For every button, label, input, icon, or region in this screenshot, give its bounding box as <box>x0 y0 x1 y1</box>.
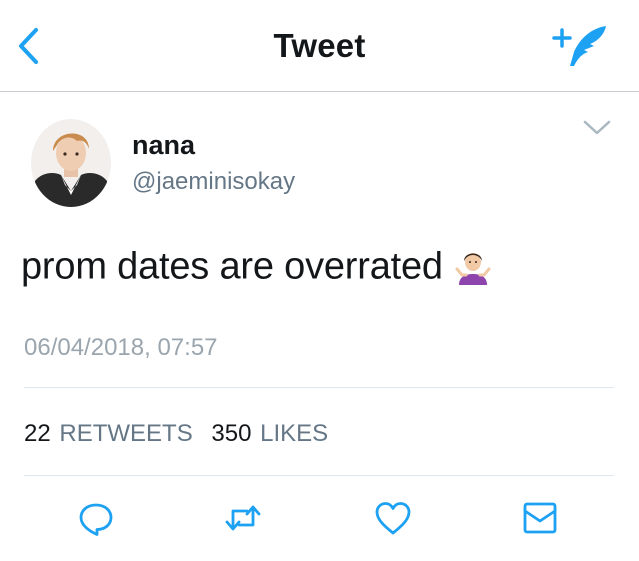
retweets-label[interactable]: RETWEETS <box>59 420 192 447</box>
author-name[interactable]: nana <box>132 130 195 161</box>
chevron-down-icon <box>583 120 611 135</box>
heart-icon <box>375 502 411 535</box>
tweet-text-content: prom dates are overrated <box>21 245 443 288</box>
reply-icon <box>79 503 113 536</box>
avatar-photo <box>31 119 111 207</box>
header-divider <box>0 91 639 92</box>
likes-label[interactable]: LIKES <box>260 420 328 447</box>
avatar[interactable] <box>31 119 111 207</box>
more-options-button[interactable] <box>582 118 612 138</box>
like-button[interactable] <box>373 498 413 538</box>
direct-message-button[interactable] <box>520 498 560 538</box>
retweets-count[interactable]: 22 <box>24 420 51 447</box>
envelope-icon <box>523 502 557 534</box>
tweet-stats: 22 RETWEETS 350 LIKES <box>24 420 340 448</box>
person-shrugging-emoji <box>453 247 493 287</box>
likes-count[interactable]: 350 <box>211 420 251 447</box>
reply-button[interactable] <box>76 498 116 538</box>
tweet-text: prom dates are overrated <box>21 244 493 288</box>
retweet-icon <box>225 505 261 531</box>
author-handle[interactable]: @jaeminisokay <box>132 168 295 196</box>
compose-tweet-button[interactable] <box>548 22 610 72</box>
divider <box>24 475 614 476</box>
tweet-timestamp: 06/04/2018, 07:57 <box>24 334 218 361</box>
feather-plus-icon <box>552 26 606 66</box>
page-title: Tweet <box>273 27 366 64</box>
retweet-button[interactable] <box>223 498 263 538</box>
divider <box>24 387 614 388</box>
